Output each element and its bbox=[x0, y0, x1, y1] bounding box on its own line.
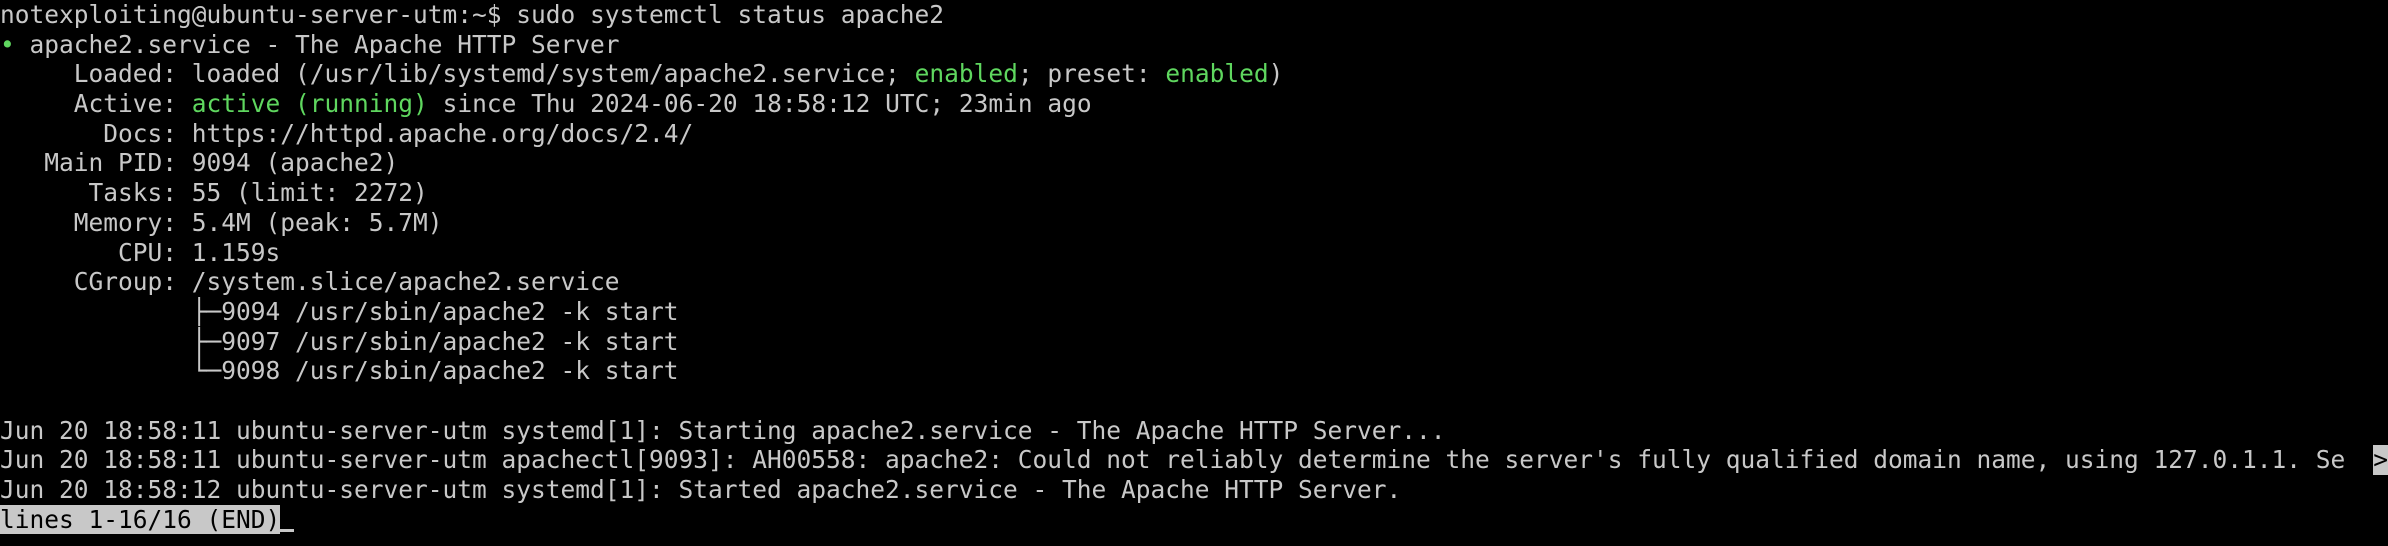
active-line: Active: active (running) since Thu 2024-… bbox=[0, 89, 2388, 119]
memory-line: Memory: 5.4M (peak: 5.7M) bbox=[0, 208, 2388, 238]
docs-label: Docs: bbox=[103, 118, 178, 148]
terminal-window[interactable]: notexploiting@ubuntu-server-utm:~$ sudo … bbox=[0, 0, 2388, 546]
unit-description: apache2.service - The Apache HTTP Server bbox=[29, 29, 620, 59]
tasks-value: 55 (limit: 2272) bbox=[191, 178, 428, 208]
shell-prompt: notexploiting@ubuntu-server-utm:~$ bbox=[0, 0, 502, 29]
loaded-path: loaded (/usr/lib/systemd/system/apache2.… bbox=[191, 59, 915, 89]
line-overflow-indicator: > bbox=[2373, 445, 2388, 475]
journal-text: Jun 20 18:58:11 ubuntu-server-utm apache… bbox=[0, 445, 2346, 475]
status-dot-icon: • bbox=[0, 29, 15, 59]
pager-status-line: lines 1-16/16 (END) bbox=[0, 504, 2388, 535]
pager-status: lines 1-16/16 (END) bbox=[0, 504, 281, 535]
loaded-close: ) bbox=[1268, 59, 1284, 89]
main-pid-value: 9094 (apache2) bbox=[191, 148, 399, 178]
loaded-preset-label: ; preset: bbox=[1017, 59, 1166, 89]
process-tree-item: ├─9097 /usr/sbin/apache2 -k start bbox=[0, 327, 2388, 357]
process-tree-item: ├─9094 /usr/sbin/apache2 -k start bbox=[0, 297, 2388, 327]
journal-entry: Jun 20 18:58:11 ubuntu-server-utm system… bbox=[0, 416, 2388, 446]
cgroup-label: CGroup: bbox=[73, 267, 178, 297]
command-text: sudo systemctl status apache2 bbox=[516, 0, 945, 29]
text-cursor bbox=[280, 529, 295, 533]
cgroup-line: CGroup: /system.slice/apache2.service bbox=[0, 267, 2388, 297]
process-entry: ├─9097 /usr/sbin/apache2 -k start bbox=[191, 326, 679, 356]
docs-line: Docs: https://httpd.apache.org/docs/2.4/ bbox=[0, 119, 2388, 149]
cpu-label: CPU: bbox=[118, 237, 178, 267]
main-pid-line: Main PID: 9094 (apache2) bbox=[0, 148, 2388, 178]
loaded-label: Loaded: bbox=[73, 59, 178, 89]
memory-label: Memory: bbox=[73, 207, 178, 237]
main-pid-label: Main PID: bbox=[44, 148, 178, 178]
journal-entry: Jun 20 18:58:12 ubuntu-server-utm system… bbox=[0, 475, 2388, 505]
process-entry: ├─9094 /usr/sbin/apache2 -k start bbox=[191, 296, 679, 326]
process-tree-item: └─9098 /usr/sbin/apache2 -k start bbox=[0, 356, 2388, 386]
journal-entry: Jun 20 18:58:11 ubuntu-server-utm apache… bbox=[0, 445, 2388, 475]
loaded-enabled: enabled bbox=[914, 59, 1018, 89]
cgroup-value: /system.slice/apache2.service bbox=[191, 267, 620, 297]
active-state: active (running) bbox=[191, 89, 428, 119]
tasks-line: Tasks: 55 (limit: 2272) bbox=[0, 178, 2388, 208]
command-line: notexploiting@ubuntu-server-utm:~$ sudo … bbox=[0, 0, 2388, 30]
docs-url: https://httpd.apache.org/docs/2.4/ bbox=[191, 118, 694, 148]
active-since: since Thu 2024-06-20 18:58:12 UTC; 23min… bbox=[427, 89, 1092, 119]
cpu-value: 1.159s bbox=[191, 237, 281, 267]
memory-value: 5.4M (peak: 5.7M) bbox=[191, 207, 443, 237]
journal-text: Jun 20 18:58:12 ubuntu-server-utm system… bbox=[0, 475, 1402, 504]
unit-header-line: • apache2.service - The Apache HTTP Serv… bbox=[0, 30, 2388, 60]
loaded-preset-value: enabled bbox=[1165, 59, 1269, 89]
active-label: Active: bbox=[73, 89, 178, 119]
cpu-line: CPU: 1.159s bbox=[0, 238, 2388, 268]
loaded-line: Loaded: loaded (/usr/lib/systemd/system/… bbox=[0, 59, 2388, 89]
journal-text: Jun 20 18:58:11 ubuntu-server-utm system… bbox=[0, 415, 1446, 445]
tasks-label: Tasks: bbox=[88, 178, 178, 208]
process-entry: └─9098 /usr/sbin/apache2 -k start bbox=[191, 356, 679, 386]
